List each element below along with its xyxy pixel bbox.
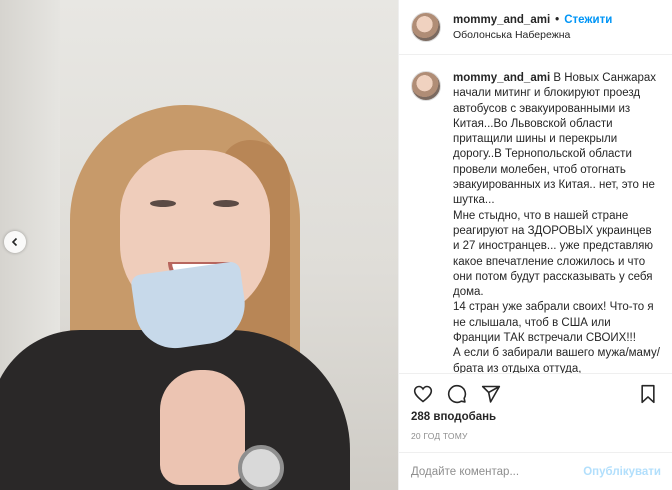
comment-box: Опублікувати: [399, 452, 672, 490]
comment-button[interactable]: [443, 380, 471, 408]
caption-body: В Новых Санжарах начали митинг и блокиру…: [453, 72, 660, 373]
follow-button[interactable]: Стежити: [564, 14, 612, 26]
likes-count[interactable]: 288 вподобань: [399, 411, 672, 423]
save-button[interactable]: [634, 380, 662, 408]
caption-text: mommy_and_ami В Новых Санжарах начали ми…: [453, 71, 660, 373]
post-header-meta: mommy_and_ami • Стежити Оболонська Набер…: [453, 14, 612, 41]
share-icon: [481, 385, 501, 403]
share-button[interactable]: [477, 380, 505, 408]
previous-photo-button[interactable]: [4, 231, 26, 253]
like-button[interactable]: [409, 380, 437, 408]
photo-eye-left: [150, 200, 176, 207]
photo-smartwatch: [238, 445, 284, 490]
heart-icon: [413, 385, 433, 403]
comment-input[interactable]: [411, 465, 584, 478]
photo-hand: [160, 370, 245, 485]
caption-username[interactable]: mommy_and_ami: [453, 72, 550, 84]
post-details-panel: mommy_and_ami • Стежити Оболонська Набер…: [398, 0, 672, 490]
username-link[interactable]: mommy_and_ami: [453, 14, 550, 26]
chevron-left-icon: [11, 237, 18, 247]
photo-eye-right: [213, 200, 239, 207]
avatar[interactable]: [411, 12, 441, 42]
post-timestamp[interactable]: 20 ГОД ТОМУ: [399, 423, 672, 441]
post-comment-button[interactable]: Опублікувати: [583, 466, 661, 478]
post-header-row: mommy_and_ami • Стежити: [453, 14, 612, 26]
separator-dot: •: [555, 13, 560, 26]
action-bar: [399, 373, 672, 413]
post-header: mommy_and_ami • Стежити Оболонська Набер…: [399, 0, 672, 55]
comment-icon: [447, 384, 467, 403]
caption-avatar[interactable]: [411, 71, 441, 101]
caption-area: mommy_and_ami В Новых Санжарах начали ми…: [399, 55, 672, 373]
post-photo[interactable]: [0, 0, 398, 490]
location-link[interactable]: Оболонська Набережна: [453, 29, 612, 41]
bookmark-icon: [641, 384, 655, 403]
